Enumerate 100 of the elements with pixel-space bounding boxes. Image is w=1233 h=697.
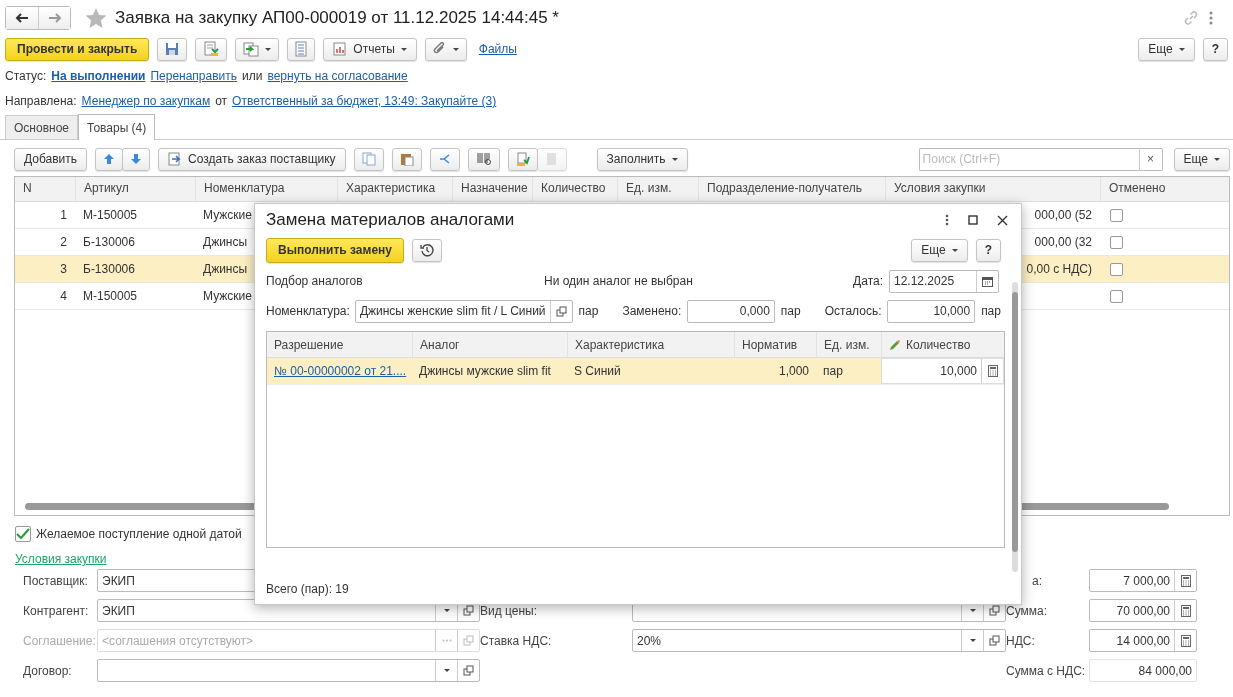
tab[interactable]: Товары (4) xyxy=(78,114,156,140)
column-header[interactable]: Назначение xyxy=(452,177,532,201)
total-text: Всего (пар): 19 xyxy=(266,582,349,596)
more-button[interactable]: Еще xyxy=(911,238,968,262)
date-field[interactable]: 12.12.2025 xyxy=(889,269,999,293)
table-cell: 3 xyxy=(60,262,67,276)
amount-field[interactable]: 84 000,00 xyxy=(1089,659,1197,682)
input-field[interactable]: 0,000 xyxy=(687,299,775,323)
column-header[interactable]: N xyxy=(15,177,75,201)
files-link[interactable]: Файлы xyxy=(478,42,517,56)
column-header[interactable]: Артикул xyxy=(75,177,195,201)
checkbox[interactable] xyxy=(1110,289,1123,303)
recipient-link[interactable]: Менеджер по закупкам xyxy=(81,94,211,108)
move-up-button[interactable] xyxy=(95,147,124,171)
help-button[interactable]: ? xyxy=(975,238,1001,262)
table-cell: S Синий xyxy=(574,364,621,378)
close-icon[interactable] xyxy=(997,214,1008,226)
pick-button[interactable] xyxy=(507,147,538,171)
permission-link[interactable]: № 00-00000002 от 21.... xyxy=(274,364,407,378)
column-header[interactable]: Условия закупки xyxy=(885,177,1100,201)
column-header[interactable]: Характеристика xyxy=(337,177,452,201)
more-button[interactable]: Еще xyxy=(1173,147,1230,171)
quantity-field[interactable]: 10,000 xyxy=(881,358,1004,384)
more-icon[interactable] xyxy=(945,214,949,226)
help-button[interactable]: ? xyxy=(1202,37,1228,61)
checkbox[interactable] xyxy=(1110,208,1123,222)
column-header[interactable]: Подразделение-получатель xyxy=(698,177,885,201)
redirect-link[interactable]: Перенаправить xyxy=(150,69,238,83)
unit-label: пар xyxy=(981,304,1001,318)
amount-field[interactable]: 70 000,00 xyxy=(1089,599,1197,622)
tab[interactable]: Основное xyxy=(5,115,78,139)
vertical-scrollbar[interactable] xyxy=(1012,282,1018,572)
checkbox[interactable] xyxy=(1110,262,1123,276)
fill-button[interactable]: Заполнить xyxy=(596,147,688,171)
caret-icon xyxy=(969,609,976,612)
column-header[interactable]: Норматив xyxy=(734,332,816,357)
create-supplier-order-button[interactable]: Создать заказ поставщику xyxy=(158,147,346,171)
search-field[interactable]: Поиск (Ctrl+F) xyxy=(918,147,1139,171)
create-based-on-button[interactable] xyxy=(235,37,280,61)
column-header[interactable]: Аналог xyxy=(412,332,567,357)
caret-icon xyxy=(452,47,459,51)
split-button[interactable] xyxy=(429,147,460,171)
list-button[interactable] xyxy=(287,37,316,61)
amount-field[interactable]: 7 000,00 xyxy=(1089,569,1197,592)
amount-field[interactable]: 14 000,00 xyxy=(1089,629,1197,652)
checkbox[interactable] xyxy=(15,526,31,542)
field-label: Поставщик: xyxy=(23,573,89,588)
star-icon[interactable] xyxy=(85,7,107,29)
column-title: Аналог xyxy=(420,337,460,352)
checkbox[interactable] xyxy=(1110,235,1123,249)
post-button[interactable] xyxy=(195,37,228,61)
table-row[interactable]: № 00-00000002 от 21.... Джинсы мужские slim fit S Синий 1,000 пар 10,000 xyxy=(267,358,1004,385)
column-header[interactable]: Характеристика xyxy=(567,332,734,357)
table-cell: М-150005 xyxy=(83,208,138,222)
link-icon[interactable] xyxy=(1183,10,1199,26)
column-header[interactable]: Разрешение xyxy=(267,332,412,357)
reports-button[interactable]: Отчеты xyxy=(323,37,417,61)
status-link[interactable]: На выполнении xyxy=(51,69,146,83)
calculator-icon xyxy=(1180,634,1191,647)
maximize-icon[interactable] xyxy=(968,215,978,225)
document-arrow-icon xyxy=(168,152,183,166)
input-field[interactable] xyxy=(97,659,480,682)
paste-button[interactable] xyxy=(391,147,422,171)
more-icon[interactable] xyxy=(1209,11,1213,25)
input-field[interactable]: 20% xyxy=(632,629,1006,652)
input-field[interactable]: Джинсы женские slim fit / L Синий xyxy=(354,299,573,323)
clear-search-button[interactable]: × xyxy=(1138,147,1163,171)
move-down-button[interactable] xyxy=(122,147,151,171)
barcode-button[interactable] xyxy=(467,147,500,171)
field-label: Сумма с НДС: xyxy=(1006,663,1086,678)
field-value: 84 000,00 xyxy=(1137,663,1193,678)
save-button[interactable] xyxy=(157,37,188,61)
back-button[interactable] xyxy=(6,7,38,29)
table-cell: пар xyxy=(823,364,843,378)
column-header[interactable]: Номенклатура xyxy=(195,177,337,201)
pencil-icon xyxy=(889,338,901,351)
column-header[interactable]: Ед. изм. xyxy=(816,332,881,357)
ellipsis-icon xyxy=(441,639,452,642)
section-label: Подбор аналогов xyxy=(266,274,363,288)
return-link[interactable]: вернуть на согласование xyxy=(267,69,408,83)
history-button[interactable] xyxy=(412,238,442,262)
document-icon xyxy=(544,152,559,166)
column-header[interactable]: Количество xyxy=(532,177,617,201)
routed-label: Направлена: xyxy=(5,94,77,108)
add-button[interactable]: Добавить xyxy=(14,147,88,171)
column-header[interactable]: Ед. изм. xyxy=(617,177,698,201)
column-title: Количество xyxy=(906,337,971,352)
open-window-icon xyxy=(555,305,567,317)
column-header[interactable]: Отменено xyxy=(1100,177,1229,201)
sender-link[interactable]: Ответственный за бюджет, 13:49: Закупайте (3) xyxy=(232,94,497,108)
attach-button[interactable] xyxy=(424,37,467,61)
post-and-close-button[interactable]: Провести и закрыть xyxy=(5,37,150,61)
table-cell: 4 xyxy=(60,289,67,303)
more-button[interactable]: Еще xyxy=(1138,37,1195,61)
caret-icon xyxy=(265,47,272,51)
execute-replacement-button[interactable]: Выполнить замену xyxy=(266,237,404,263)
paperclip-icon xyxy=(432,42,447,56)
input-field[interactable]: 10,000 xyxy=(887,299,976,323)
caret-icon xyxy=(443,669,450,672)
column-header[interactable]: Количество xyxy=(881,332,1004,357)
